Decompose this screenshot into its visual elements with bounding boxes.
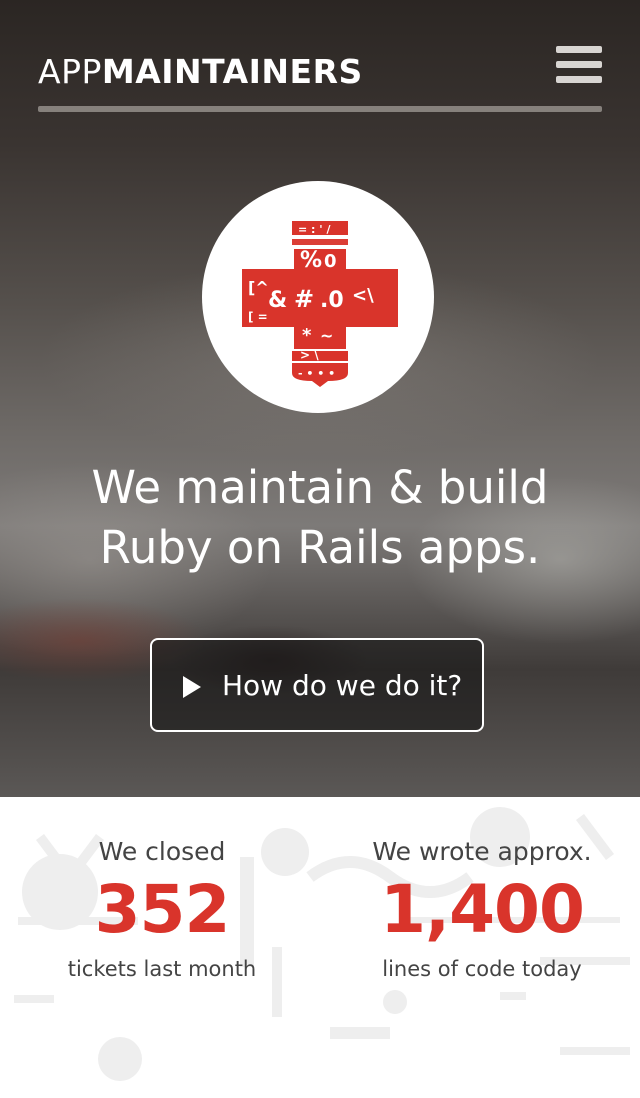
svg-text:~: ~ [320, 326, 333, 345]
menu-bar [556, 76, 602, 83]
svg-text:&: & [268, 288, 287, 313]
svg-text:[ =: [ = [248, 310, 268, 324]
svg-text:= : ' /: = : ' / [298, 223, 331, 236]
stat-value: 1,400 [380, 871, 585, 948]
emblem-circle: = : ' / % 0 [^ & # .0 <\ [ = * ~ > \ - •… [202, 181, 434, 413]
svg-text:.0: .0 [320, 288, 344, 313]
svg-text:<\: <\ [352, 285, 374, 306]
svg-text:%: % [300, 248, 322, 273]
cta-label: How do we do it? [222, 669, 463, 702]
stat-prefix: We wrote approx. [372, 837, 592, 866]
stat-prefix: We closed [98, 837, 226, 866]
svg-text:[^: [^ [248, 278, 269, 297]
hero-headline: We maintain & build Ruby on Rails apps. [0, 458, 640, 578]
hero-section: APPMAINTAINERS = : ' / % 0 [^ & # .0 <\ … [0, 0, 640, 797]
symbol-cross-logo-icon: = : ' / % 0 [^ & # .0 <\ [ = * ~ > \ - •… [242, 221, 398, 387]
headline-line-1: We maintain & build [91, 461, 549, 514]
logo-text-bold: MAINTAINERS [101, 52, 363, 91]
menu-bar [556, 61, 602, 68]
hamburger-menu-icon[interactable] [556, 46, 602, 84]
stat-lines-of-code: We wrote approx. 1,400 lines of code tod… [332, 833, 632, 989]
top-bar: APPMAINTAINERS [38, 46, 602, 92]
svg-text:#: # [294, 285, 314, 313]
site-logo[interactable]: APPMAINTAINERS [38, 52, 363, 92]
logo-text-light: APP [38, 52, 102, 91]
svg-text:*: * [302, 325, 312, 346]
how-do-we-do-it-button[interactable]: How do we do it? [150, 638, 484, 732]
svg-text:> \: > \ [300, 348, 319, 362]
svg-text:- • • •: - • • • [298, 367, 335, 380]
stat-value: 352 [94, 871, 231, 948]
stats-section: We closed 352 tickets last month We wrot… [0, 797, 640, 1098]
play-icon [183, 676, 201, 698]
stat-tickets: We closed 352 tickets last month [12, 833, 312, 989]
header-divider [38, 106, 602, 112]
svg-text:0: 0 [324, 251, 337, 272]
headline-line-2: Ruby on Rails apps. [99, 521, 541, 574]
menu-bar [556, 46, 602, 53]
stat-suffix: tickets last month [67, 957, 257, 981]
stat-suffix: lines of code today [382, 957, 582, 981]
